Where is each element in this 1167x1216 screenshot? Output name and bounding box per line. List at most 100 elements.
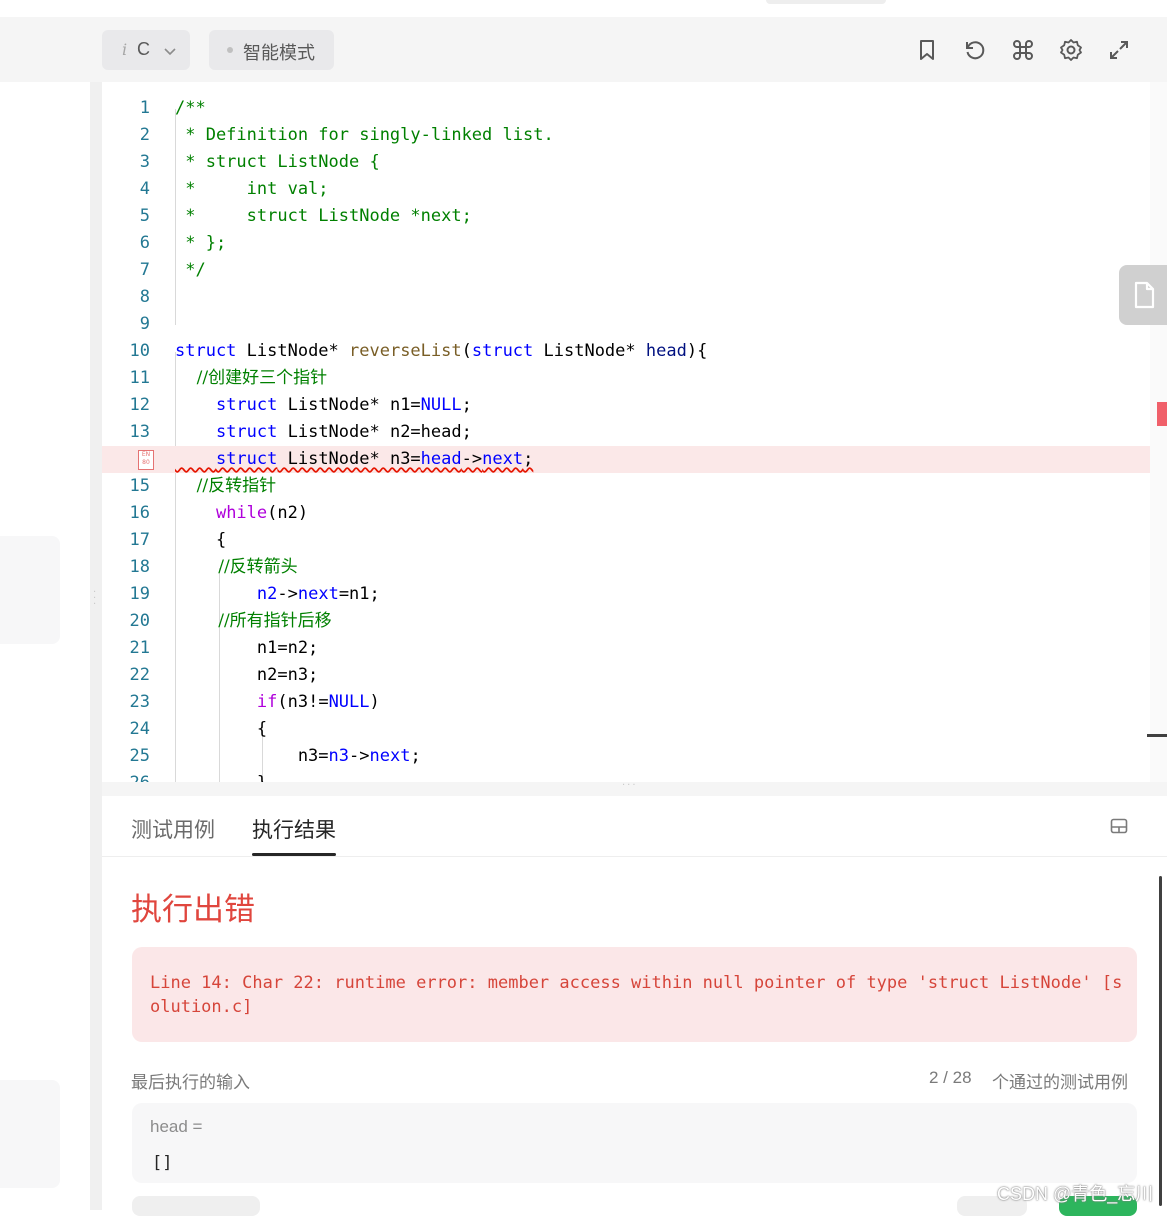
code-editor[interactable]: 1 /** 2 * Definition for singly-linked li…	[102, 82, 1150, 782]
settings-icon[interactable]	[1058, 37, 1084, 63]
line-number: 5	[139, 206, 150, 226]
tab-execution-result[interactable]: 执行结果	[252, 814, 336, 844]
code-text: //反转箭头	[175, 557, 298, 577]
horizontal-splitter[interactable]: ···	[102, 780, 1167, 796]
line-number: 3	[139, 152, 150, 172]
code-text: * struct ListNode {	[175, 152, 380, 172]
left-card	[0, 536, 60, 644]
line-number: 17	[129, 530, 150, 550]
line-number: 23	[129, 692, 150, 712]
code-line: 15 //反转指针	[102, 473, 1150, 500]
code-line: 2 * Definition for singly-linked list.	[102, 122, 1150, 149]
line-number: 18	[129, 557, 150, 577]
language-select[interactable]: i C	[102, 30, 190, 70]
code-text: while(n2)	[215, 503, 309, 523]
console-button[interactable]	[132, 1196, 260, 1216]
line-number: 25	[129, 746, 150, 766]
code-text: * Definition for singly-linked list.	[175, 125, 554, 145]
line-number: 7	[139, 260, 150, 280]
line-number: 10	[129, 341, 150, 361]
fullscreen-icon[interactable]	[1106, 37, 1132, 63]
code-text: n1=n2;	[175, 638, 319, 658]
code-text: */	[175, 260, 206, 280]
line-number: 21	[129, 638, 150, 658]
line-number: 8	[139, 287, 150, 307]
active-tab-indicator	[252, 853, 336, 856]
line-number: 26	[102, 770, 150, 782]
code-line: 17 {	[102, 527, 1150, 554]
last-input-label: 最后执行的输入	[131, 1073, 250, 1092]
line-number: 22	[129, 665, 150, 685]
line-number: 13	[129, 422, 150, 442]
code-text: n3=n3->next;	[175, 746, 421, 766]
code-line: 20 //所有指针后移	[102, 608, 1150, 635]
command-icon[interactable]	[1010, 37, 1036, 63]
editor-scrollbar[interactable]	[1150, 82, 1167, 782]
line-number: 15	[129, 476, 150, 496]
code-line: 25 n3=n3->next;	[102, 743, 1150, 770]
input-variable-value: []	[152, 1153, 173, 1173]
smart-mode-button[interactable]: 智能模式	[209, 30, 334, 70]
code-text: * struct ListNode *next;	[175, 206, 472, 226]
code-text: /**	[175, 98, 206, 118]
error-marker-icon[interactable]: EN 80	[138, 450, 154, 470]
language-label: C	[137, 39, 150, 59]
execution-status-title: 执行出错	[131, 892, 255, 927]
result-tabs: 测试用例 执行结果	[102, 796, 1167, 857]
code-line: 19 n2->next=n1;	[102, 581, 1150, 608]
code-text: {	[175, 719, 268, 739]
error-scroll-marker	[1157, 402, 1167, 426]
code-line: 21 n1=n2;	[102, 635, 1150, 662]
smart-mode-label: 智能模式	[243, 43, 315, 63]
code-text: //反转指针	[175, 476, 277, 496]
code-line: 16 while(n2)	[102, 500, 1150, 527]
code-text: n2=n3;	[175, 665, 319, 685]
code-text: struct ListNode* n3=head->next;	[215, 449, 534, 469]
left-panel	[0, 82, 90, 1210]
error-code-line: EN 80 struct ListNode* n3=head->next;	[102, 446, 1150, 473]
result-scrollbar[interactable]	[1159, 876, 1162, 1206]
line-number: 16	[129, 503, 150, 523]
line-number: 11	[129, 368, 150, 388]
result-panel: 测试用例 执行结果 执行出错 Line 14: Char 22: runtime…	[102, 796, 1167, 1216]
code-line: 10 struct ListNode* reverseList(struct Li…	[102, 338, 1150, 365]
drag-handle-icon[interactable]: ···	[93, 588, 96, 610]
code-text: struct ListNode* n2=head;	[215, 422, 472, 442]
code-text: if(n3!=NULL)	[256, 692, 380, 712]
bookmark-icon[interactable]	[914, 37, 940, 63]
editor-toolbar: i C 智能模式	[0, 17, 1167, 82]
code-line: 6 * };	[102, 230, 1150, 257]
code-line: 4 * int val;	[102, 176, 1150, 203]
document-float-button[interactable]	[1119, 265, 1167, 325]
code-line: 24 {	[102, 716, 1150, 743]
line-number: 1	[139, 98, 150, 118]
vertical-splitter[interactable]	[90, 82, 102, 1210]
code-text: }	[175, 770, 267, 782]
code-text: struct ListNode* n1=NULL;	[215, 395, 472, 415]
code-line: 11 //创建好三个指针	[102, 365, 1150, 392]
input-variable-name: head =	[150, 1117, 203, 1136]
line-number: 9	[139, 314, 150, 334]
last-input-box: head = []	[132, 1103, 1137, 1183]
passed-label: 个通过的测试用例	[992, 1073, 1128, 1092]
layout-icon[interactable]	[1110, 817, 1128, 835]
scroll-position-marker	[1147, 734, 1167, 737]
code-line: 9	[102, 311, 1150, 338]
line-number: 20	[129, 611, 150, 631]
code-line: 8	[102, 284, 1150, 311]
error-message-box: Line 14: Char 22: runtime error: member …	[132, 947, 1137, 1042]
code-line: 22 n2=n3;	[102, 662, 1150, 689]
code-text: * int val;	[175, 179, 329, 199]
code-line: 18 //反转箭头	[102, 554, 1150, 581]
code-line: 5 * struct ListNode *next;	[102, 203, 1150, 230]
watermark: CSDN @青色_忘川	[997, 1184, 1154, 1204]
top-pill	[766, 0, 886, 4]
code-line: 3 * struct ListNode {	[102, 149, 1150, 176]
mode-dot-icon	[227, 47, 233, 53]
code-text: * };	[175, 233, 227, 253]
reset-icon[interactable]	[962, 37, 988, 63]
info-icon: i	[122, 40, 128, 59]
code-text: n2->next=n1;	[256, 584, 380, 604]
tab-test-cases[interactable]: 测试用例	[131, 814, 215, 844]
drag-handle-icon[interactable]: ···	[622, 780, 638, 791]
